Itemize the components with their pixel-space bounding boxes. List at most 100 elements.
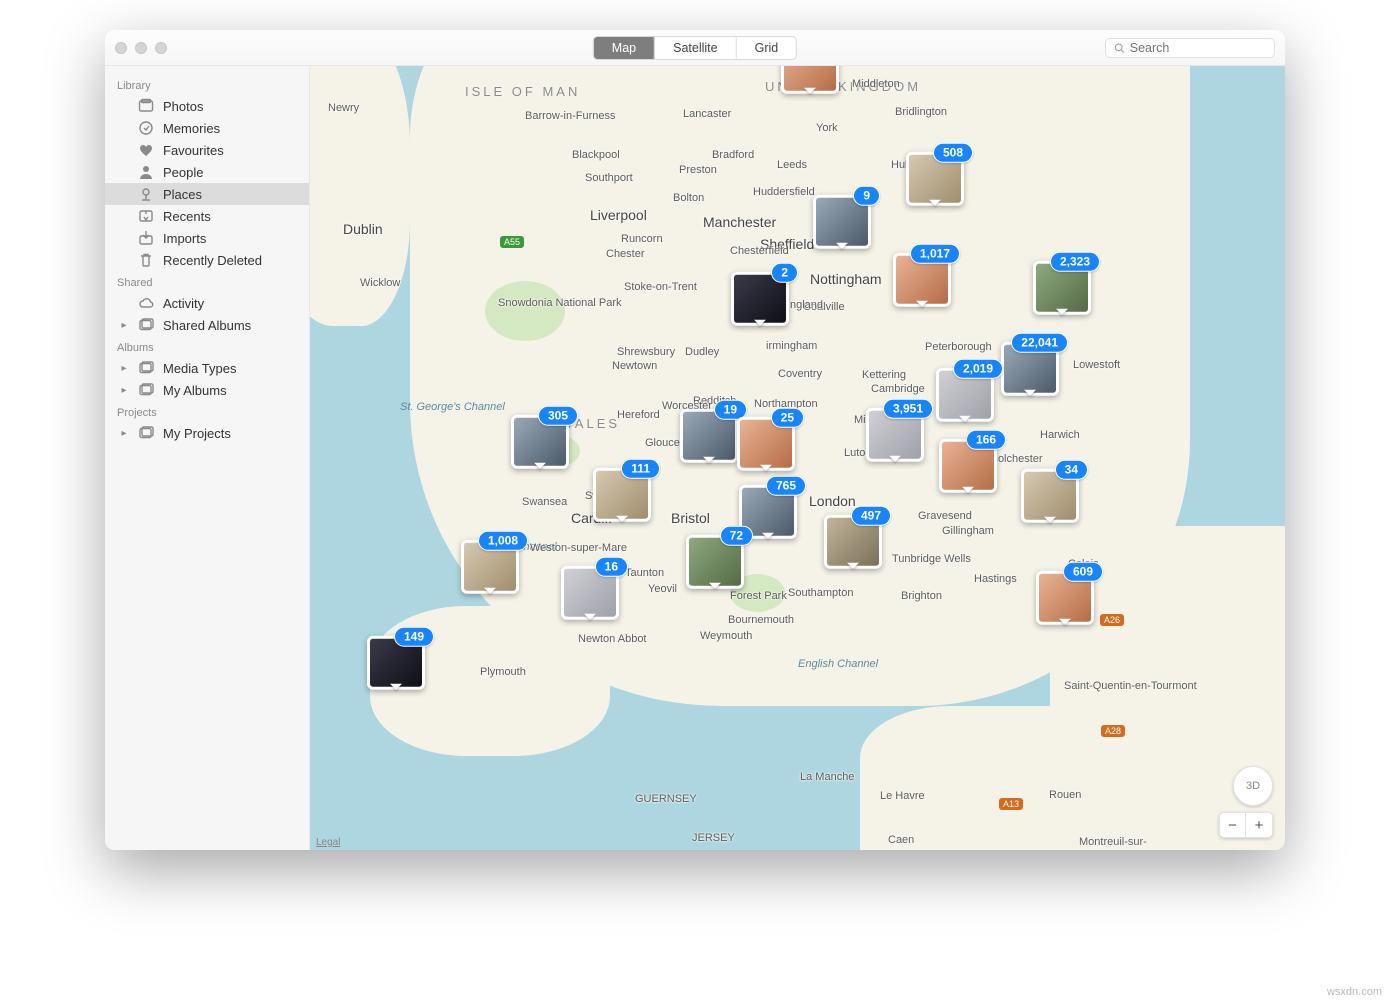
- sidebar-item-shared-albums[interactable]: ▸ Shared Albums: [105, 314, 309, 336]
- compass-3d-button[interactable]: 3D: [1233, 766, 1273, 806]
- view-tab-grid[interactable]: Grid: [737, 37, 797, 59]
- photo-cluster-pin[interactable]: 166: [939, 439, 997, 493]
- photo-count-badge: 3,951: [883, 399, 933, 419]
- window-controls: [115, 42, 167, 54]
- sidebar-section-header: Albums: [105, 336, 309, 357]
- album-icon: [138, 317, 154, 333]
- photo-cluster-pin[interactable]: 1,008: [461, 540, 519, 594]
- zoom-out-button[interactable]: −: [1220, 813, 1246, 837]
- map-city-label: Snowdonia National Park: [498, 297, 622, 309]
- sidebar-item-label: My Albums: [163, 383, 227, 398]
- map-city-label: Leeds: [777, 159, 807, 171]
- map-city-label: irmingham: [766, 340, 817, 352]
- photo-thumbnail: [784, 66, 836, 91]
- sidebar-item-media-types[interactable]: ▸ Media Types: [105, 357, 309, 379]
- photo-cluster-pin[interactable]: 34: [1021, 469, 1079, 523]
- disclosure-triangle-icon[interactable]: ▸: [119, 428, 129, 439]
- trash-icon: [138, 252, 154, 268]
- photo-cluster-pin[interactable]: 19: [680, 409, 738, 463]
- photo-count-badge: 508: [933, 143, 973, 163]
- sidebar-item-favourites[interactable]: ▸Favourites: [105, 139, 309, 161]
- sidebar-item-label: Media Types: [163, 361, 236, 376]
- sidebar-item-memories[interactable]: ▸Memories: [105, 117, 309, 139]
- photo-cluster-pin[interactable]: 1,017: [893, 253, 951, 307]
- sidebar-item-label: Shared Albums: [163, 318, 251, 333]
- photo-count-badge: 72: [720, 526, 753, 546]
- photo-count-badge: 765: [766, 476, 806, 496]
- zoom-control: − +: [1219, 812, 1273, 838]
- map-city-label: Huddersfield: [753, 186, 815, 198]
- photo-cluster-pin[interactable]: 2,019: [936, 368, 994, 422]
- page-attribution: wsxdn.com: [1327, 986, 1382, 998]
- map-city-label: Lowestoft: [1073, 359, 1120, 371]
- photo-cluster-pin[interactable]: 3,951: [866, 408, 924, 462]
- map-city-label: Wicklow: [360, 277, 400, 289]
- sidebar-item-my-projects[interactable]: ▸My Projects: [105, 422, 309, 444]
- map-city-label: Hastings: [974, 573, 1017, 585]
- map-city-label: Newtown: [612, 360, 657, 372]
- disclosure-triangle-icon[interactable]: ▸: [119, 363, 129, 374]
- view-tab-map[interactable]: Map: [594, 37, 655, 59]
- map-route-shield: A13: [999, 798, 1023, 810]
- map-city-label: GUERNSEY: [635, 793, 697, 805]
- map-city-label: Preston: [679, 164, 717, 176]
- sidebar-item-people[interactable]: ▸People: [105, 161, 309, 183]
- disclosure-triangle-icon[interactable]: ▸: [119, 385, 129, 396]
- sidebar-item-imports[interactable]: ▸Imports: [105, 227, 309, 249]
- photo-cluster-pin[interactable]: 305: [511, 415, 569, 469]
- map-route-shield: A28: [1101, 725, 1125, 737]
- photo-cluster-pin[interactable]: 22,041: [1001, 342, 1059, 396]
- map-city-label: Newry: [328, 102, 359, 114]
- sidebar-item-label: Memories: [163, 121, 220, 136]
- sidebar-item-activity[interactable]: ▸Activity: [105, 292, 309, 314]
- map-route-shield: A55: [500, 236, 524, 248]
- search-field[interactable]: [1105, 38, 1275, 58]
- titlebar: MapSatelliteGrid: [105, 30, 1285, 66]
- photo-count-badge: 305: [538, 406, 578, 426]
- photo-cluster-pin[interactable]: 508: [906, 152, 964, 206]
- zoom-in-button[interactable]: +: [1246, 813, 1272, 837]
- map-water-label: St. George's Channel: [400, 401, 505, 413]
- sidebar-item-recents[interactable]: ▸Recents: [105, 205, 309, 227]
- photo-cluster-pin[interactable]: 9: [813, 195, 871, 249]
- map-city-label: Dublin: [343, 221, 383, 237]
- photo-cluster-pin[interactable]: 25: [737, 417, 795, 471]
- map-city-label: Gillingham: [942, 525, 994, 537]
- fullscreen-icon[interactable]: [155, 42, 167, 54]
- photo-cluster-pin[interactable]: [781, 66, 839, 94]
- close-icon[interactable]: [115, 42, 127, 54]
- photo-cluster-pin[interactable]: 2: [731, 272, 789, 326]
- photo-cluster-pin[interactable]: 609: [1036, 571, 1094, 625]
- album-icon: [138, 360, 154, 376]
- sidebar: Library▸Photos▸Memories▸Favourites▸Peopl…: [105, 66, 310, 850]
- search-icon: [1114, 42, 1125, 54]
- photo-cluster-pin[interactable]: 72: [686, 535, 744, 589]
- map-canvas[interactable]: Legal 3D − + UNITED KINGDOMWALESISLE OF …: [310, 66, 1285, 850]
- photo-cluster-pin[interactable]: 497: [824, 515, 882, 569]
- sidebar-item-my-albums[interactable]: ▸ My Albums: [105, 379, 309, 401]
- map-city-label: Bradford: [712, 149, 754, 161]
- disclosure-triangle-icon[interactable]: ▸: [119, 320, 129, 331]
- photo-count-badge: 16: [595, 557, 628, 577]
- sidebar-item-photos[interactable]: ▸Photos: [105, 95, 309, 117]
- legal-link[interactable]: Legal: [316, 837, 340, 848]
- map-city-label: Swansea: [522, 496, 567, 508]
- map-city-label: Coventry: [778, 368, 822, 380]
- sidebar-item-places[interactable]: ▸Places: [105, 183, 309, 205]
- photo-cluster-pin[interactable]: 2,323: [1033, 261, 1091, 315]
- cloud-icon: [138, 295, 154, 311]
- view-tab-satellite[interactable]: Satellite: [655, 37, 736, 59]
- minimize-icon[interactable]: [135, 42, 147, 54]
- sidebar-item-label: Recently Deleted: [163, 253, 262, 268]
- sidebar-item-recently-deleted[interactable]: ▸Recently Deleted: [105, 249, 309, 271]
- photo-cluster-pin[interactable]: 16: [561, 566, 619, 620]
- sidebar-section-header: Projects: [105, 401, 309, 422]
- map-city-label: Kettering: [862, 369, 906, 381]
- photo-cluster-pin[interactable]: 111: [593, 468, 651, 522]
- map-city-label: Hereford: [617, 409, 660, 421]
- map-region-label: ISLE OF MAN: [465, 84, 580, 99]
- search-input[interactable]: [1130, 41, 1266, 55]
- map-city-label: Peterborough: [925, 341, 992, 353]
- photo-count-badge: 2,019: [953, 359, 1003, 379]
- photo-cluster-pin[interactable]: 149: [367, 636, 425, 690]
